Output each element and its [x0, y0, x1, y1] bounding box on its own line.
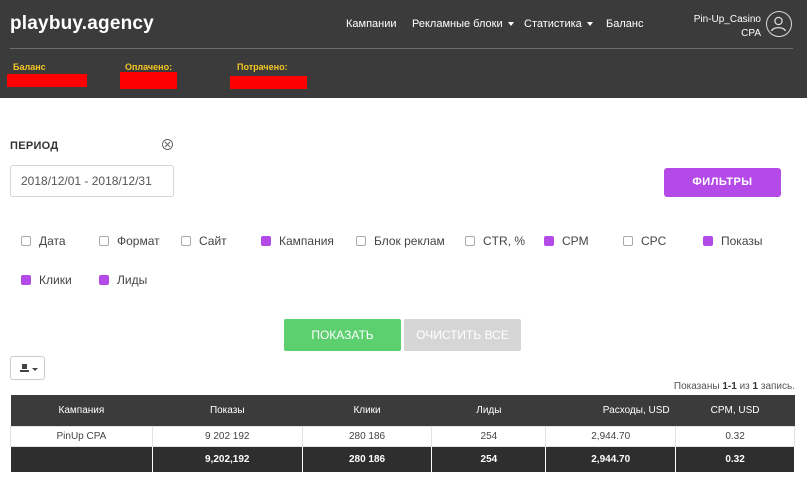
checkbox-label: CPC [641, 234, 667, 248]
paid-redacted [120, 72, 177, 89]
checkbox-impressions[interactable]: Показы [703, 234, 762, 248]
checkbox-label: Сайт [199, 234, 227, 248]
pagination-range: 1-1 [722, 381, 737, 392]
checkbox-icon [181, 236, 191, 246]
checkbox-ad-block[interactable]: Блок реклам [356, 234, 445, 248]
column-header-spend[interactable]: Расходы, USD [545, 395, 676, 426]
chevron-down-icon [586, 22, 593, 27]
checkbox-label: Показы [721, 234, 763, 248]
checkbox-checked-icon [21, 275, 31, 285]
user-icon [770, 16, 787, 32]
checkbox-campaign[interactable]: Кампания [261, 234, 334, 248]
column-header-campaign[interactable]: Кампания [10, 395, 153, 426]
nav-statistics[interactable]: Статистика [524, 18, 593, 30]
export-button[interactable] [10, 356, 45, 380]
total-spend: 2,944.70 [545, 445, 677, 473]
spent-redacted [230, 76, 307, 89]
checkbox-label: Дата [39, 234, 66, 248]
user-avatar-icon[interactable] [766, 11, 792, 37]
column-header-cpm[interactable]: CPM, USD [675, 395, 795, 426]
balance-label: Баланс [13, 62, 46, 72]
pagination-suffix: запись. [760, 381, 795, 392]
balance-redacted [7, 74, 87, 87]
pagination-of: из [739, 381, 750, 392]
clear-period-icon[interactable] [162, 139, 173, 150]
nav-campaigns[interactable]: Кампании [346, 18, 397, 30]
nav-ad-blocks[interactable]: Рекламные блоки [412, 18, 514, 30]
nav-ad-blocks-label: Рекламные блоки [412, 18, 503, 30]
total-clicks: 280 186 [301, 445, 433, 473]
column-header-leads[interactable]: Лиды [431, 395, 546, 426]
table-totals-row: 9,202,192 280 186 254 2,944.70 0.32 [10, 445, 795, 473]
checkbox-format[interactable]: Формат [99, 234, 160, 248]
cell-campaign: PinUp CPA [10, 425, 153, 447]
checkbox-icon [465, 236, 475, 246]
spent-label: Потрачено: [237, 62, 288, 72]
top-header: playbuy.agency Кампании Рекламные блоки … [0, 0, 807, 98]
checkbox-site[interactable]: Сайт [181, 234, 227, 248]
table-row: PinUp CPA 9 202 192 280 186 254 2,944.70… [10, 425, 795, 447]
checkbox-icon [623, 236, 633, 246]
header-divider [10, 48, 793, 49]
total-cpm: 0.32 [675, 445, 795, 473]
checkbox-label: Формат [117, 234, 160, 248]
checkbox-icon [356, 236, 366, 246]
checkbox-clicks[interactable]: Клики [21, 273, 72, 287]
stats-table: Кампания Показы Клики Лиды Расходы, USD … [10, 395, 795, 473]
period-label: ПЕРИОД [10, 140, 59, 152]
chevron-down-icon [507, 22, 514, 27]
checkbox-label: Клики [39, 273, 72, 287]
chevron-down-icon [32, 368, 38, 371]
checkbox-label: Кампания [279, 234, 334, 248]
checkbox-ctr[interactable]: CTR, % [465, 234, 525, 248]
checkbox-date[interactable]: Дата [21, 234, 66, 248]
checkbox-label: Блок реклам [374, 234, 445, 248]
total-leads: 254 [431, 445, 547, 473]
user-role: CPA [741, 28, 761, 39]
checkbox-cpm[interactable]: CPM [544, 234, 589, 248]
filters-button[interactable]: ФИЛЬТРЫ [664, 168, 781, 197]
checkbox-label: CTR, % [483, 234, 525, 248]
pagination-info: Показаны 1-1 из 1 запись. [674, 381, 795, 392]
user-name: Pin-Up_Casino [693, 14, 761, 25]
checkbox-leads[interactable]: Лиды [99, 273, 147, 287]
checkbox-cpc[interactable]: CPC [623, 234, 666, 248]
checkbox-label: Лиды [117, 273, 148, 287]
cell-cpm: 0.32 [675, 425, 795, 447]
cell-clicks: 280 186 [301, 425, 433, 447]
table-header-row: Кампания Показы Клики Лиды Расходы, USD … [10, 395, 795, 426]
nav-statistics-label: Статистика [524, 18, 582, 30]
checkbox-label: CPM [562, 234, 589, 248]
cell-leads: 254 [431, 425, 547, 447]
user-menu[interactable]: Pin-Up_Casino CPA [694, 13, 761, 41]
checkbox-icon [99, 236, 109, 246]
pagination-total: 1 [752, 381, 759, 392]
checkbox-checked-icon [544, 236, 554, 246]
cell-spend: 2,944.70 [545, 425, 677, 447]
clear-all-button[interactable]: ОЧИСТИТЬ ВСЕ [404, 319, 521, 351]
logo[interactable]: playbuy.agency [10, 13, 154, 35]
period-input[interactable]: 2018/12/01 - 2018/12/31 [10, 165, 174, 197]
total-impressions: 9,202,192 [151, 445, 303, 473]
column-header-clicks[interactable]: Клики [302, 395, 432, 426]
paid-label: Оплачено: [125, 62, 173, 72]
checkbox-checked-icon [99, 275, 109, 285]
checkbox-icon [21, 236, 31, 246]
export-icon [20, 364, 29, 372]
cell-impressions: 9 202 192 [151, 425, 303, 447]
total-campaign [10, 445, 153, 473]
show-button[interactable]: ПОКАЗАТЬ [284, 319, 401, 351]
pagination-prefix: Показаны [673, 381, 720, 392]
nav-balance[interactable]: Баланс [606, 18, 643, 30]
column-header-impressions[interactable]: Показы [152, 395, 303, 426]
checkbox-checked-icon [261, 236, 271, 246]
checkbox-checked-icon [703, 236, 713, 246]
